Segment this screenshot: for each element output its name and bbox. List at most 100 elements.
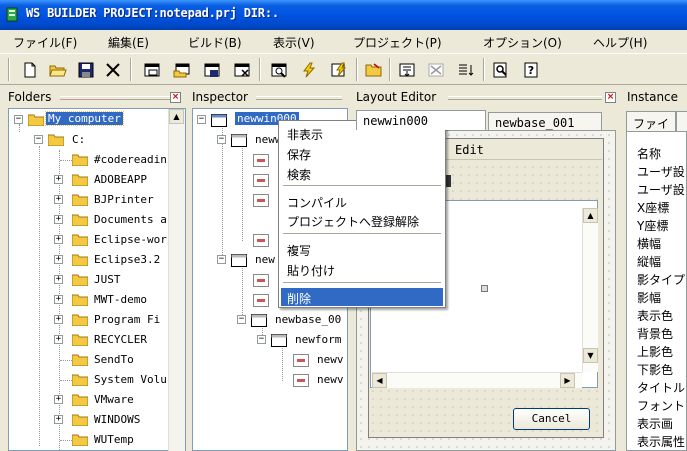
expand-icon[interactable]: +	[54, 315, 63, 324]
menu-item-save[interactable]: 保存	[281, 144, 443, 162]
cut-icon[interactable]	[101, 58, 124, 81]
tab-newbase-001[interactable]: newbase_001	[488, 112, 602, 132]
widget-icon	[293, 354, 309, 367]
folders-close-icon[interactable]: ×	[170, 92, 181, 103]
expand-icon[interactable]: +	[54, 175, 63, 184]
collapse-icon[interactable]: −	[34, 135, 43, 144]
expand-icon[interactable]: +	[54, 395, 63, 404]
find-window-icon[interactable]	[267, 58, 290, 81]
property-row[interactable]: 名称	[637, 145, 661, 162]
menu-item-delete[interactable]: 削除	[281, 288, 443, 306]
folder-open-icon[interactable]	[362, 58, 385, 81]
menu-item-copy[interactable]: 複写	[281, 240, 443, 258]
tab-instance-second[interactable]	[676, 111, 687, 131]
window-open-icon[interactable]	[170, 58, 193, 81]
menu-edit[interactable]: 編集(E)	[108, 34, 149, 51]
tree-node-label: newform	[295, 333, 342, 346]
scroll-right-icon[interactable]: ▶	[560, 373, 575, 388]
menu-view[interactable]: 表示(V)	[273, 34, 315, 51]
save-icon[interactable]	[74, 58, 97, 81]
layout-editor-close-icon[interactable]: ×	[605, 92, 616, 103]
tree-node-label: VMware	[94, 393, 134, 406]
widget-icon	[253, 294, 269, 307]
help-icon[interactable]: ?	[519, 58, 542, 81]
tree-node-label: newv	[317, 373, 344, 386]
expand-icon[interactable]: +	[54, 275, 63, 284]
menu-item-compile[interactable]: コンパイル	[281, 192, 443, 210]
property-row[interactable]: 影タイプ	[637, 271, 685, 288]
property-row[interactable]: X座標	[637, 199, 669, 216]
folder-icon	[72, 314, 88, 326]
window-save-icon[interactable]	[200, 58, 223, 81]
expand-icon[interactable]: +	[54, 295, 63, 304]
title-bar[interactable]: WS BUILDER PROJECT:notepad.prj DIR:.	[0, 0, 687, 30]
text-area-vscroll[interactable]: ▲ ▼	[582, 208, 598, 372]
scroll-down-icon[interactable]: ▼	[583, 348, 598, 363]
scroll-left-icon[interactable]: ◀	[372, 373, 387, 388]
menu-file[interactable]: ファイル(F)	[13, 34, 77, 51]
property-row[interactable]: 表示色	[637, 307, 673, 324]
build-icon[interactable]	[297, 58, 320, 81]
folder-icon	[48, 134, 64, 146]
expand-icon[interactable]: +	[54, 215, 63, 224]
property-row[interactable]: ユーザ設	[637, 163, 685, 180]
tree-node[interactable]: − My computer	[14, 111, 166, 129]
design-menu-edit[interactable]: Edit	[455, 143, 484, 157]
property-row[interactable]: 上影色	[637, 343, 673, 360]
window-close-icon[interactable]	[230, 58, 253, 81]
selection-handle[interactable]	[481, 285, 488, 292]
collapse-icon[interactable]: −	[237, 315, 246, 324]
expand-icon[interactable]: +	[54, 235, 63, 244]
property-row[interactable]: 影幅	[637, 289, 661, 306]
collapse-icon[interactable]: −	[217, 255, 226, 264]
scroll-up-icon[interactable]: ▲	[169, 109, 184, 124]
open-folder-icon[interactable]	[46, 58, 69, 81]
preview-icon[interactable]	[489, 58, 512, 81]
property-row[interactable]: Y座標	[637, 217, 668, 234]
collapse-icon[interactable]: −	[197, 115, 206, 124]
property-row[interactable]: フォント	[637, 397, 685, 414]
list-icon[interactable]	[454, 58, 477, 81]
collapse-icon[interactable]: −	[14, 115, 23, 124]
window-icon[interactable]	[140, 58, 163, 81]
property-row[interactable]: 表示画	[637, 415, 673, 432]
menu-build[interactable]: ビルド(B)	[188, 34, 242, 51]
folders-scrollbar[interactable]: ▲	[168, 109, 185, 451]
collapse-icon[interactable]: −	[217, 135, 226, 144]
folder-icon	[72, 334, 88, 346]
tab-newwin000[interactable]: newwin000	[356, 110, 486, 130]
menu-item-paste[interactable]: 貼り付け	[281, 260, 443, 278]
layout-editor-panel-header: Layout Editor	[356, 88, 602, 106]
delete-icon[interactable]	[424, 58, 447, 81]
tab-instance-file[interactable]: ファイ	[626, 111, 676, 131]
property-row[interactable]: タイトル	[637, 379, 685, 396]
tree-node-label: MWT-demo	[94, 293, 147, 306]
expand-icon[interactable]: +	[54, 195, 63, 204]
property-row[interactable]: ユーザ設	[637, 181, 685, 198]
property-row[interactable]: 横幅	[637, 235, 661, 252]
expand-icon[interactable]: +	[54, 335, 63, 344]
property-row[interactable]: 縦幅	[637, 253, 661, 270]
cancel-button[interactable]: Cancel	[513, 408, 590, 430]
property-row[interactable]: 背景色	[637, 325, 673, 342]
folder-icon	[72, 434, 88, 446]
window-node-icon	[251, 314, 267, 327]
menu-help[interactable]: ヘルプ(H)	[593, 34, 647, 51]
scroll-up-icon[interactable]: ▲	[583, 208, 598, 223]
expand-icon[interactable]: +	[54, 415, 63, 424]
build-all-icon[interactable]	[327, 58, 350, 81]
insert-icon[interactable]	[395, 58, 418, 81]
menu-item-search[interactable]: 検索	[281, 164, 443, 182]
text-area-hscroll[interactable]: ◀ ▶	[372, 372, 582, 388]
menu-options[interactable]: オプション(O)	[483, 34, 562, 51]
menu-item-unregister[interactable]: プロジェクトへ登録解除	[281, 211, 443, 229]
new-file-icon[interactable]	[18, 58, 41, 81]
collapse-icon[interactable]: −	[257, 335, 266, 344]
menu-project[interactable]: プロジェクト(P)	[353, 34, 442, 51]
folder-icon	[72, 394, 88, 406]
tree-node-label: new	[255, 253, 275, 266]
property-row[interactable]: 下影色	[637, 361, 673, 378]
window-node-icon	[231, 134, 247, 147]
property-row[interactable]: 表示属性	[637, 433, 685, 450]
expand-icon[interactable]: +	[54, 255, 63, 264]
